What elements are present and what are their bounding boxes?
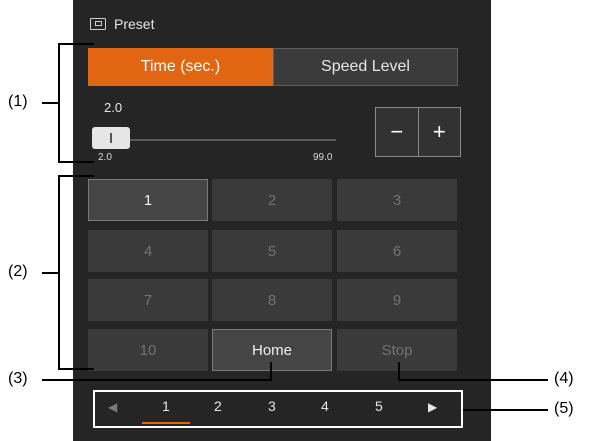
preset-button-9[interactable]: 9 — [337, 279, 457, 321]
preset-button-2[interactable]: 2 — [212, 179, 332, 221]
callout-4-label: (4) — [554, 370, 574, 387]
callout-2-label: (2) — [8, 263, 28, 280]
callout-3-label: (3) — [8, 370, 28, 387]
callout-2-tick — [42, 272, 58, 274]
page-2[interactable]: 2 — [214, 398, 222, 414]
page-1[interactable]: 1 — [162, 398, 170, 414]
preset-button-8[interactable]: 8 — [212, 279, 332, 321]
preset-icon — [90, 18, 106, 30]
preset-button-4[interactable]: 4 — [88, 230, 208, 272]
callout-1-top — [58, 43, 94, 45]
callout-2-bracket — [58, 175, 60, 370]
slider-thumb[interactable] — [92, 127, 130, 149]
callout-3-stem — [270, 362, 272, 381]
prev-page-icon[interactable]: ◀ — [108, 400, 117, 414]
home-button[interactable]: Home — [212, 329, 332, 371]
callout-4-stem — [398, 362, 400, 381]
value-stepper: − + — [375, 107, 461, 157]
plus-button[interactable]: + — [419, 108, 461, 156]
slider-max-label: 99.0 — [313, 152, 333, 163]
callout-1-label: (1) — [8, 93, 28, 110]
tab-time-sec[interactable]: Time (sec.) — [88, 48, 273, 86]
page-4[interactable]: 4 — [321, 398, 329, 414]
callout-4-line — [398, 379, 548, 381]
next-page-icon[interactable]: ▶ — [428, 400, 437, 414]
callout-2-bottom — [58, 368, 94, 370]
preset-button-1[interactable]: 1 — [88, 179, 208, 221]
callout-5-label: (5) — [554, 400, 574, 417]
slider-track[interactable] — [100, 139, 336, 141]
preset-button-5[interactable]: 5 — [212, 230, 332, 272]
callout-2-top — [58, 175, 94, 177]
callout-5-line — [463, 409, 548, 411]
stop-button[interactable]: Stop — [337, 329, 457, 371]
thumb-grip — [110, 133, 112, 143]
minus-button[interactable]: − — [376, 108, 418, 156]
preset-button-6[interactable]: 6 — [337, 230, 457, 272]
callout-3-line — [42, 379, 272, 381]
page-3[interactable]: 3 — [268, 398, 276, 414]
callout-1-tick — [42, 102, 58, 104]
slider-value: 2.0 — [104, 100, 123, 115]
page-5[interactable]: 5 — [375, 398, 383, 414]
preset-button-10[interactable]: 10 — [88, 329, 208, 371]
callout-1-bracket — [58, 43, 60, 163]
preset-button-7[interactable]: 7 — [88, 279, 208, 321]
panel-title: Preset — [114, 16, 155, 32]
tab-speed-level[interactable]: Speed Level — [273, 48, 458, 86]
preset-button-3[interactable]: 3 — [337, 179, 457, 221]
callout-1-bottom — [58, 161, 94, 163]
slider-min-label: 2.0 — [98, 152, 112, 163]
current-page-indicator — [142, 422, 190, 424]
